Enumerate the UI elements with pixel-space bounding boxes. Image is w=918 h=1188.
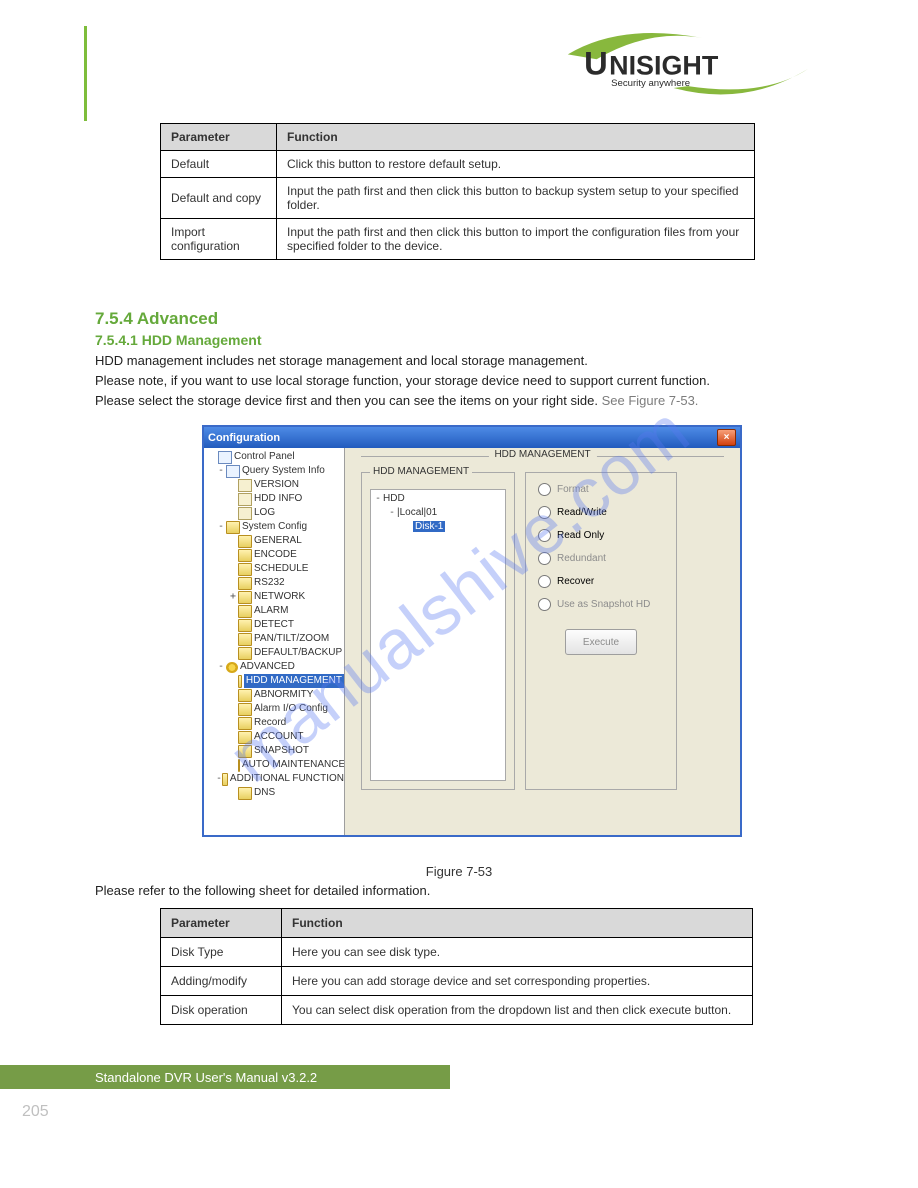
panel-icon [218, 451, 232, 464]
svg-text:Security anywhere: Security anywhere [611, 78, 690, 89]
after-figure-text: Please refer to the following sheet for … [95, 883, 430, 898]
options-group: Format Read/Write Read Only Redundant Re… [525, 472, 677, 790]
parameter-table-2: Parameter Function Disk Type Here you ca… [160, 908, 753, 1025]
folder-icon [238, 619, 252, 632]
select-text: Please select the storage device first a… [95, 393, 698, 408]
folder-icon [238, 703, 252, 716]
left-margin-rule [84, 26, 87, 121]
folder-icon [222, 773, 228, 786]
t1-header-parameter: Parameter [161, 124, 277, 151]
folder-icon [238, 577, 252, 590]
configuration-dialog: Configuration × Control Panel -Query Sys… [202, 425, 742, 837]
brand-logo: U NISIGHT Security anywhere [563, 30, 813, 98]
table-row: Adding/modify Here you can add storage d… [161, 967, 753, 996]
folder-icon [238, 745, 252, 758]
close-icon[interactable]: × [717, 429, 736, 446]
unisight-logo-svg: U NISIGHT Security anywhere [563, 30, 813, 98]
table-row: Default Click this button to restore def… [161, 151, 755, 178]
gear-icon [226, 662, 238, 673]
folder-icon [238, 731, 252, 744]
folder-icon [238, 759, 240, 772]
panel-title: HDD MANAGEMENT [488, 449, 596, 460]
table-row: Disk operation You can select disk opera… [161, 996, 753, 1025]
execute-button[interactable]: Execute [565, 629, 637, 655]
radio-format[interactable]: Format [538, 483, 664, 496]
page-icon [238, 493, 252, 506]
hdd-group: HDD MANAGEMENT -HDD -|Local|01 Disk-1 [361, 472, 515, 790]
figure-caption: Figure 7-53 [0, 864, 918, 879]
folder-icon [238, 647, 252, 660]
page-number: 205 [22, 1103, 49, 1121]
table-row: Disk Type Here you can see disk type. [161, 938, 753, 967]
hdd-tree[interactable]: -HDD -|Local|01 Disk-1 [370, 489, 506, 781]
folder-icon [238, 549, 252, 562]
folder-icon [238, 605, 252, 618]
hdd-disk-selected[interactable]: Disk-1 [373, 520, 503, 534]
lead-paragraph: HDD management includes net storage mana… [95, 353, 588, 368]
dialog-title: Configuration [208, 432, 280, 444]
radio-read-only[interactable]: Read Only [538, 529, 664, 542]
folder-icon [238, 563, 252, 576]
note-paragraph: Please note, if you want to use local st… [95, 373, 755, 388]
t2-header-function: Function [282, 909, 753, 938]
nav-item-hdd-management[interactable]: HDD MANAGEMENT [204, 674, 344, 688]
table-row: Import configuration Input the path firs… [161, 219, 755, 260]
radio-redundant[interactable]: Redundant [538, 552, 664, 565]
t2-header-parameter: Parameter [161, 909, 282, 938]
folder-icon [226, 521, 240, 534]
folder-icon [238, 633, 252, 646]
table-row: Default and copy Input the path first an… [161, 178, 755, 219]
folder-icon [238, 717, 252, 730]
svg-text:U: U [584, 45, 608, 82]
svg-text:NISIGHT: NISIGHT [609, 51, 719, 81]
dialog-titlebar: Configuration × [204, 427, 740, 448]
radio-recover[interactable]: Recover [538, 575, 664, 588]
parameter-table-1: Parameter Function Default Click this bu… [160, 123, 755, 260]
section-heading: 7.5.4 Advanced [95, 309, 218, 329]
folder-icon [238, 535, 252, 548]
sheet-icon [226, 465, 240, 478]
folder-icon [238, 787, 252, 800]
page-icon [238, 479, 252, 492]
folder-icon [238, 591, 252, 604]
radio-snapshot-hd[interactable]: Use as Snapshot HD [538, 598, 664, 611]
document-page: U NISIGHT Security anywhere Parameter Fu… [0, 0, 918, 1188]
panel-area: HDD MANAGEMENT HDD MANAGEMENT -HDD -|Loc… [345, 448, 740, 835]
sub-heading: 7.5.4.1 HDD Management [95, 332, 262, 348]
footer-bar: Standalone DVR User's Manual v3.2.2 [0, 1065, 450, 1089]
nav-tree[interactable]: Control Panel -Query System Info VERSION… [204, 448, 345, 835]
folder-icon [238, 675, 242, 688]
folder-icon [238, 689, 252, 702]
t1-header-function: Function [277, 124, 755, 151]
page-icon [238, 507, 252, 520]
radio-read-write[interactable]: Read/Write [538, 506, 664, 519]
